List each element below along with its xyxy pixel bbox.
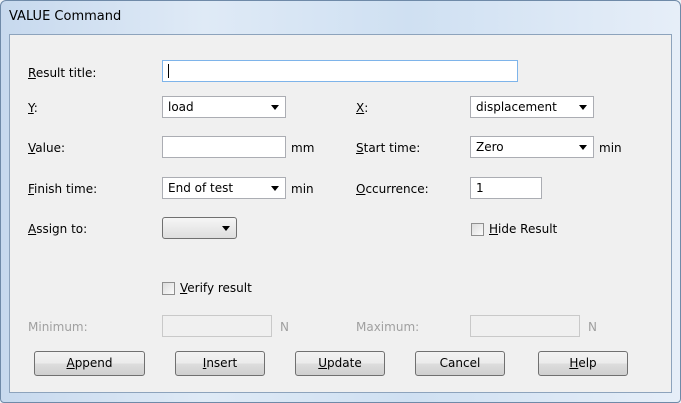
append-button[interactable]: Append xyxy=(34,351,145,376)
finish-time-unit: min xyxy=(291,182,314,196)
update-button[interactable]: Update xyxy=(295,351,385,376)
start-time-combobox[interactable]: Zero xyxy=(470,136,594,158)
assign-to-combobox[interactable] xyxy=(162,217,237,239)
value-unit: mm xyxy=(291,141,315,155)
chevron-down-icon xyxy=(579,105,587,110)
dialog-window: VALUE Command Result title: Y: load X: d… xyxy=(0,0,681,403)
x-label: X: xyxy=(356,101,369,115)
finish-time-combobox[interactable]: End of test xyxy=(162,177,286,199)
text-caret xyxy=(168,64,169,78)
occurrence-label: Occurrence: xyxy=(356,182,429,196)
finish-time-label: Finish time: xyxy=(28,182,98,196)
occurrence-input[interactable]: 1 xyxy=(470,177,542,199)
y-combobox[interactable]: load xyxy=(162,96,286,118)
minimum-label: Minimum: xyxy=(28,320,88,334)
y-selected-value: load xyxy=(168,100,194,114)
maximum-unit: N xyxy=(588,320,597,334)
insert-button[interactable]: Insert xyxy=(175,351,265,376)
title-bar[interactable]: VALUE Command xyxy=(1,1,680,33)
minimum-unit: N xyxy=(280,320,289,334)
chevron-down-icon xyxy=(271,105,279,110)
finish-time-selected-value: End of test xyxy=(168,181,234,195)
window-title: VALUE Command xyxy=(9,9,122,24)
maximum-input xyxy=(470,315,580,337)
cancel-button[interactable]: Cancel xyxy=(415,351,505,376)
hide-result-label[interactable]: Hide Result xyxy=(489,222,557,236)
result-title-label: Result title: xyxy=(28,66,97,80)
x-combobox[interactable]: displacement xyxy=(470,96,594,118)
hide-result-checkbox[interactable] xyxy=(471,223,484,236)
verify-result-label[interactable]: Verify result xyxy=(180,281,252,295)
result-title-input[interactable] xyxy=(162,60,518,82)
x-selected-value: displacement xyxy=(476,100,557,114)
help-button[interactable]: Help xyxy=(538,351,628,376)
chevron-down-icon xyxy=(579,145,587,150)
value-label: Value: xyxy=(28,141,65,155)
start-time-label: Start time: xyxy=(356,141,421,155)
verify-result-checkbox[interactable] xyxy=(162,282,175,295)
start-time-unit: min xyxy=(599,141,622,155)
chevron-down-icon xyxy=(271,186,279,191)
maximum-label: Maximum: xyxy=(356,320,420,334)
y-label: Y: xyxy=(28,101,38,115)
minimum-input xyxy=(162,315,272,337)
dialog-client-area: Result title: Y: load X: displacement Va… xyxy=(9,34,672,393)
chevron-down-icon xyxy=(222,226,230,231)
value-input[interactable] xyxy=(162,136,286,158)
assign-to-label: Assign to: xyxy=(28,222,88,236)
start-time-selected-value: Zero xyxy=(476,140,504,154)
